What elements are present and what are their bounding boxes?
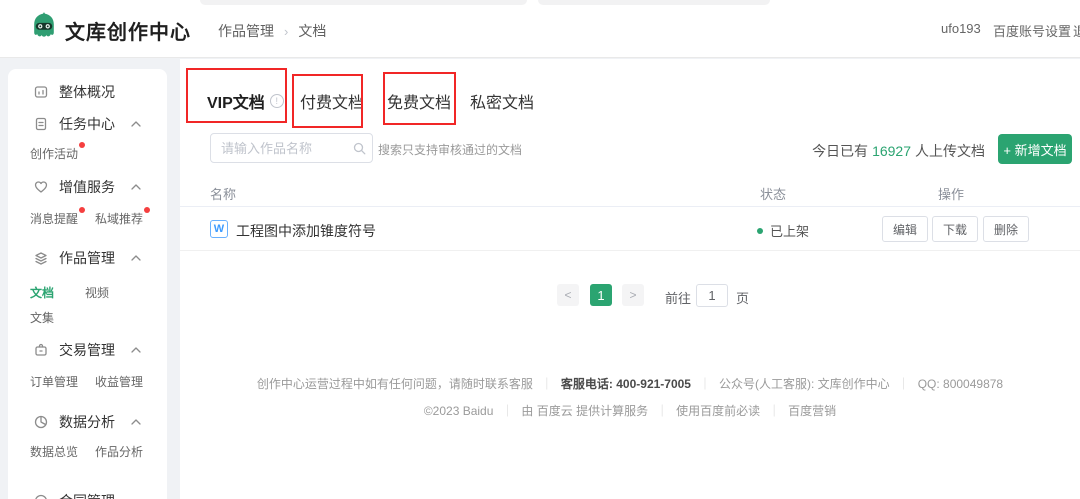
sidebar-item-task-center[interactable]: 任务中心: [8, 114, 167, 134]
chevron-up-icon[interactable]: [131, 347, 141, 353]
sidebar: 整体概况 任务中心 创作活动 增值服务 消息提醒 私域推荐: [8, 69, 167, 499]
table-row: W 工程图中添加锥度符号 已上架 编辑 下载 删除: [180, 207, 1080, 251]
header: 文库创作中心 作品管理 › 文档 ufo193 百度账号设置 退出: [0, 0, 1080, 58]
upload-count: 16927: [872, 143, 911, 159]
chevron-up-icon[interactable]: [131, 255, 141, 261]
sidebar-item-order-management[interactable]: 订单管理: [30, 373, 78, 390]
briefcase-icon: [32, 342, 49, 359]
doc-title-link[interactable]: 工程图中添加锥度符号: [236, 221, 376, 241]
download-button[interactable]: 下载: [932, 216, 978, 242]
breadcrumb-item-docs: 文档: [298, 21, 326, 41]
sidebar-item-works-analysis[interactable]: 作品分析: [95, 443, 143, 460]
main-content: VIP文档 ! 付费文档 免费文档 私密文档 搜索只支持审核通过的文档 今日已有…: [180, 59, 1080, 499]
chevron-up-icon[interactable]: [131, 121, 141, 127]
qq-contact: QQ: 800049878: [918, 377, 1003, 391]
sidebar-item-private-domain[interactable]: 私域推荐: [95, 210, 143, 227]
sidebar-item-data-overview[interactable]: 数据总览: [30, 443, 78, 460]
task-icon: [32, 116, 49, 133]
overview-icon: [32, 84, 49, 101]
sidebar-item-message-reminder[interactable]: 消息提醒: [30, 210, 78, 227]
username[interactable]: ufo193: [941, 21, 981, 36]
baidu-notice-link[interactable]: 使用百度前必读: [676, 404, 760, 418]
info-icon[interactable]: !: [270, 94, 284, 108]
browser-tab-artifact: [538, 0, 770, 5]
status-dot-icon: [757, 228, 763, 234]
new-doc-button[interactable]: + 新增文档: [998, 134, 1072, 164]
search-icon: [352, 141, 367, 161]
goto-suffix: 页: [736, 288, 749, 307]
pie-chart-icon: [32, 414, 49, 431]
logo[interactable]: 文库创作中心: [30, 12, 191, 49]
contract-icon: [32, 493, 49, 499]
footer-line1: 创作中心运营过程中如有任何问题，请随时联系客服｜客服电话: 400-921-70…: [180, 375, 1080, 392]
logo-text: 文库创作中心: [65, 16, 191, 45]
sidebar-item-trade-management[interactable]: 交易管理: [8, 340, 167, 360]
sidebar-item-data-analysis[interactable]: 数据分析: [8, 412, 167, 432]
mascot-icon: [30, 12, 58, 49]
delete-button[interactable]: 删除: [983, 216, 1029, 242]
edit-button[interactable]: 编辑: [882, 216, 928, 242]
doc-tabs: VIP文档 ! 付费文档 免费文档 私密文档: [180, 83, 1080, 123]
sidebar-item-overview[interactable]: 整体概况: [8, 82, 167, 102]
column-status: 状态: [760, 184, 786, 203]
search-input[interactable]: [210, 133, 373, 163]
layers-icon: [32, 250, 49, 267]
chevron-up-icon[interactable]: [131, 184, 141, 190]
sidebar-item-works-management[interactable]: 作品管理: [8, 248, 167, 268]
sidebar-item-value-services[interactable]: 增值服务: [8, 177, 167, 197]
next-page-button[interactable]: >: [622, 284, 644, 306]
service-phone: 客服电话: 400-921-7005: [561, 377, 691, 391]
goto-page-input[interactable]: [696, 284, 728, 307]
footer-line2: ©2023 Baidu｜由 百度云 提供计算服务｜使用百度前必读｜百度营销: [180, 402, 1080, 419]
status-badge: 已上架: [757, 221, 809, 240]
breadcrumb: 作品管理 › 文档: [218, 21, 326, 41]
chevron-up-icon[interactable]: [131, 419, 141, 425]
browser-tab-artifact: [200, 0, 527, 5]
logout-link[interactable]: 退出: [1073, 21, 1080, 40]
column-name: 名称: [210, 184, 236, 203]
breadcrumb-separator: ›: [284, 24, 288, 39]
prev-page-button[interactable]: <: [557, 284, 579, 306]
page-1-button[interactable]: 1: [590, 284, 612, 306]
sidebar-item-collections[interactable]: 文集: [30, 309, 54, 326]
column-action: 操作: [938, 184, 964, 203]
sidebar-item-contract-management[interactable]: 合同管理: [8, 491, 167, 499]
goto-label: 前往: [665, 288, 691, 307]
sidebar-item-creation-activity[interactable]: 创作活动: [30, 145, 78, 162]
sidebar-item-revenue-management[interactable]: 收益管理: [95, 373, 143, 390]
tab-private-docs[interactable]: 私密文档: [470, 89, 534, 113]
account-settings-link[interactable]: 百度账号设置: [993, 21, 1071, 40]
breadcrumb-item-works[interactable]: 作品管理: [218, 21, 274, 41]
upload-stat: 今日已有16927人上传文档: [812, 141, 985, 161]
baidu-marketing-link[interactable]: 百度营销: [788, 404, 836, 418]
heart-icon: [32, 179, 49, 196]
pagination: < 1 > 前往 页: [180, 284, 1080, 308]
sidebar-item-videos[interactable]: 视频: [85, 284, 109, 301]
tab-vip-docs[interactable]: VIP文档 !: [207, 89, 284, 113]
table-header: 名称 状态 操作: [180, 181, 1080, 207]
tab-paid-docs[interactable]: 付费文档: [300, 89, 364, 113]
search-hint: 搜索只支持审核通过的文档: [378, 141, 522, 158]
sidebar-item-documents[interactable]: 文档: [30, 284, 54, 301]
word-doc-icon: W: [210, 220, 228, 238]
tab-free-docs[interactable]: 免费文档: [387, 89, 451, 113]
app-window: 文库创作中心 作品管理 › 文档 ufo193 百度账号设置 退出 整体概况 任…: [0, 0, 1080, 499]
